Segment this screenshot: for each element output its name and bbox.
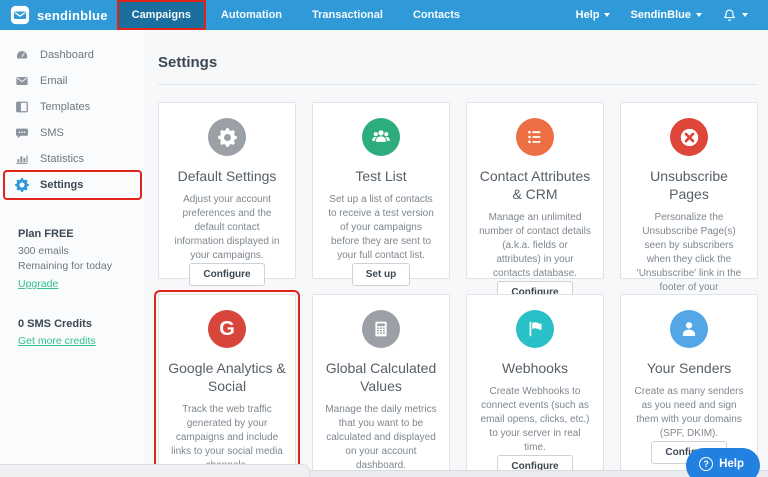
sidebar-item-label: Statistics xyxy=(40,153,85,165)
help-button[interactable]: ? Help xyxy=(686,448,760,477)
account-menu-label: SendinBlue xyxy=(630,9,691,21)
question-mark-icon: ? xyxy=(699,457,714,471)
sms-credits-summary: 0 SMS Credits Get more credits xyxy=(0,318,145,349)
sidebar: Dashboard Email Templates SMS Statistics Sett… xyxy=(0,30,145,477)
dashboard-icon xyxy=(14,48,29,63)
sidebar-item-dashboard[interactable]: Dashboard xyxy=(5,42,140,68)
settings-card-your-senders: Your Senders Create as many senders as yo… xyxy=(620,294,758,471)
settings-card-webhooks: Webhooks Create Webhooks to connect event… xyxy=(466,294,604,477)
settings-card-google-analytics-social: G Google Analytics & Social Track the web … xyxy=(154,290,300,477)
sidebar-item-statistics[interactable]: Statistics xyxy=(5,146,140,172)
settings-card-default-settings: Default Settings Adjust your account pref… xyxy=(158,102,296,286)
sidebar-item-label: Email xyxy=(40,75,68,87)
card-title: Default Settings xyxy=(177,168,277,184)
gear-icon xyxy=(208,118,246,156)
sidebar-item-label: Templates xyxy=(40,101,91,113)
card-title: Contact Attributes & CRM xyxy=(479,168,591,202)
calculator-icon xyxy=(362,310,400,348)
page-title: Settings xyxy=(158,54,218,71)
main-content: Settings Default Settings Adjust your acc… xyxy=(145,30,768,477)
card-description: Manage the daily metrics that you want t… xyxy=(325,404,437,471)
brand[interactable]: sendinblue xyxy=(0,0,117,30)
list-icon xyxy=(516,118,554,156)
settings-card-test-list: Test List Set up a list of contacts to re… xyxy=(312,102,450,286)
card-title: Google Analytics & Social xyxy=(168,360,286,394)
sms-credits-title: 0 SMS Credits xyxy=(18,318,92,330)
help-button-label: Help xyxy=(719,458,744,470)
settings-card-unsubscribe-pages: Unsubscribe Pages Personalize the Unsubsc… xyxy=(620,102,758,332)
chevron-down-icon xyxy=(742,13,748,17)
set-up-button[interactable]: Set up xyxy=(351,263,411,286)
notifications-menu[interactable] xyxy=(712,0,758,30)
settings-card-global-calculated-values: Global Calculated Values Manage the daily… xyxy=(312,294,450,477)
nav-tab-contacts[interactable]: Contacts xyxy=(398,0,475,30)
sms-icon xyxy=(14,126,29,141)
card-description: Manage an unlimited number of contact de… xyxy=(479,212,591,279)
statistics-icon xyxy=(14,152,29,167)
settings-card-contact-attributes-crm: Contact Attributes & CRM Manage an unlimi… xyxy=(466,102,604,304)
sidebar-item-label: Settings xyxy=(40,179,84,191)
google-g-icon: G xyxy=(208,310,246,348)
email-icon xyxy=(14,74,29,89)
templates-icon xyxy=(14,100,29,115)
help-menu-label: Help xyxy=(575,9,600,21)
people-icon xyxy=(362,118,400,156)
plan-title: Plan FREE xyxy=(18,228,74,240)
nav-tab-automation[interactable]: Automation xyxy=(206,0,297,30)
plan-emails: 300 emails xyxy=(18,245,69,257)
navbar-right: Help SendinBlue xyxy=(566,0,768,30)
plan-remaining: Remaining for today xyxy=(18,259,112,272)
sidebar-item-label: Dashboard xyxy=(40,49,94,61)
card-title: Test List xyxy=(355,168,407,184)
flag-icon xyxy=(516,310,554,348)
settings-cards-grid: Default Settings Adjust your account pref… xyxy=(154,102,758,477)
primary-nav: Campaigns Automation Transactional Contacts xyxy=(116,0,475,30)
card-description: Set up a list of contacts to receive a t… xyxy=(328,194,434,261)
card-title: Unsubscribe Pages xyxy=(650,168,728,202)
sidebar-item-templates[interactable]: Templates xyxy=(5,94,140,120)
card-title: Webhooks xyxy=(502,360,568,376)
card-title: Your Senders xyxy=(646,360,732,376)
configure-button[interactable]: Configure xyxy=(189,263,265,286)
card-title: Global Calculated Values xyxy=(325,360,437,394)
sidebar-item-email[interactable]: Email xyxy=(5,68,140,94)
sidebar-item-settings[interactable]: Settings xyxy=(5,172,140,198)
card-description: Create Webhooks to connect events (such … xyxy=(480,386,590,453)
sidebar-item-label: SMS xyxy=(40,127,64,139)
sendinblue-logo-icon xyxy=(10,5,30,25)
person-icon xyxy=(670,310,708,348)
card-description: Create as many senders as you need and s… xyxy=(634,386,744,439)
chevron-down-icon xyxy=(604,13,611,17)
get-more-credits-link[interactable]: Get more credits xyxy=(18,335,96,347)
brand-label: sendinblue xyxy=(37,7,108,23)
account-menu[interactable]: SendinBlue xyxy=(620,0,712,30)
upgrade-link[interactable]: Upgrade xyxy=(18,278,58,290)
horizontal-scrollbar-thumb[interactable] xyxy=(0,464,310,477)
plan-summary: Plan FREE 300 emails Remaining for today… xyxy=(0,228,145,292)
bell-icon xyxy=(722,8,737,23)
nav-tab-transactional[interactable]: Transactional xyxy=(297,0,398,30)
title-divider xyxy=(158,84,758,85)
sidebar-item-sms[interactable]: SMS xyxy=(5,120,140,146)
help-menu[interactable]: Help xyxy=(566,0,621,30)
card-description: Adjust your account preferences and the … xyxy=(174,194,280,261)
top-navbar: sendinblue Campaigns Automation Transactio… xyxy=(0,0,768,30)
settings-gear-icon xyxy=(14,178,29,193)
times-circle-icon xyxy=(670,118,708,156)
chevron-down-icon xyxy=(696,13,702,17)
card-description: Track the web traffic generated by your … xyxy=(171,404,283,471)
nav-tab-campaigns[interactable]: Campaigns xyxy=(116,0,206,30)
